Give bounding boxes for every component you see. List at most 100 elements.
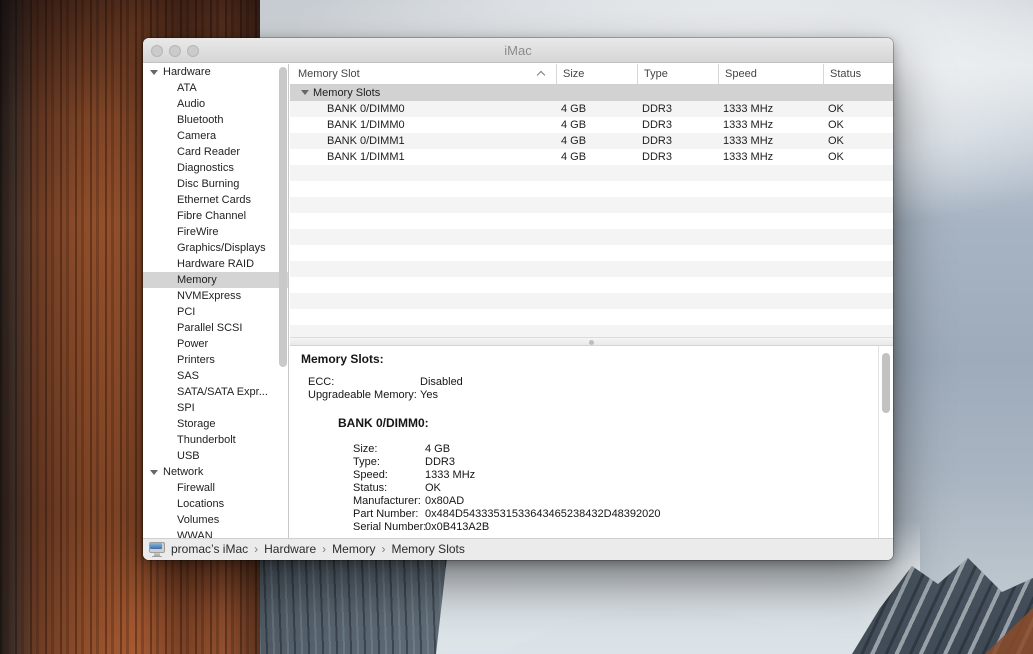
sidebar-item-fibre-channel[interactable]: Fibre Channel [143,208,288,224]
splitter-handle-icon[interactable] [589,340,594,345]
table-row-bank-0-dimm0[interactable]: BANK 0/DIMM04 GBDDR31333 MHzOK [290,101,893,117]
disclosure-triangle-icon[interactable] [150,470,158,475]
cell-status: OK [828,133,844,149]
sidebar-item-wwan[interactable]: WWAN [143,528,288,538]
detail-line-serial-number: Serial Number:0x0B413A2B [353,521,661,534]
sidebar-item-locations[interactable]: Locations [143,496,288,512]
detail-line-size: Size:4 GB [353,443,661,456]
sidebar-item-spi[interactable]: SPI [143,400,288,416]
sidebar-item-firewall[interactable]: Firewall [143,480,288,496]
breadcrumb-item-promac-s-imac[interactable]: promac’s iMac [171,542,248,556]
desktop: iMac Hardware ATAAudioBluetoothCameraCard… [0,0,1033,654]
cell-type: DDR3 [642,117,672,133]
table-row-bank-1-dimm1[interactable]: BANK 1/DIMM14 GBDDR31333 MHzOK [290,149,893,165]
breadcrumb-item-memory-slots[interactable]: Memory Slots [392,542,465,556]
cell-slot: BANK 0/DIMM1 [327,133,405,149]
detail-value: 1333 MHz [425,469,475,481]
sidebar-item-graphics-displays[interactable]: Graphics/Displays [143,240,288,256]
sidebar-item-storage[interactable]: Storage [143,416,288,432]
sidebar-item-memory[interactable]: Memory [143,272,288,288]
disclosure-triangle-icon[interactable] [301,90,309,95]
detail-value: OK [425,482,441,494]
column-header-size[interactable]: Size [556,64,637,85]
details-title: Memory Slots: [301,352,384,366]
sidebar-item-bluetooth[interactable]: Bluetooth [143,112,288,128]
imac-icon-glass [150,543,162,549]
sidebar-item-ata[interactable]: ATA [143,80,288,96]
detail-value: 0x0B413A2B [425,521,489,533]
breadcrumb-item-memory[interactable]: Memory [332,542,375,556]
detail-label: Status: [353,482,425,495]
pane-splitter[interactable] [290,337,893,346]
sidebar-item-power[interactable]: Power [143,336,288,352]
detail-label: ECC: [308,376,420,389]
details-scrollbar-thumb[interactable] [882,353,890,413]
group-row-label: Memory Slots [290,85,893,101]
detail-line-ecc: ECC:Disabled [308,376,463,389]
detail-line-status: Status:OK [353,482,661,495]
sidebar-item-printers[interactable]: Printers [143,352,288,368]
sidebar-item-hardware-raid[interactable]: Hardware RAID [143,256,288,272]
column-header-speed[interactable]: Speed [718,64,823,85]
column-header-label: Type [644,68,668,80]
cell-type: DDR3 [642,133,672,149]
cell-speed: 1333 MHz [723,149,773,165]
sidebar-list: Hardware ATAAudioBluetoothCameraCard Read… [143,64,288,538]
sort-ascending-icon [537,71,545,79]
detail-line-speed: Speed:1333 MHz [353,469,661,482]
sidebar-item-usb[interactable]: USB [143,448,288,464]
sidebar-item-disc-burning[interactable]: Disc Burning [143,176,288,192]
cell-speed: 1333 MHz [723,101,773,117]
sidebar-item-nvmexpress[interactable]: NVMExpress [143,288,288,304]
sidebar-item-parallel-scsi[interactable]: Parallel SCSI [143,320,288,336]
detail-label: Part Number: [353,508,425,521]
column-header-label: Memory Slot [298,68,360,80]
breadcrumb-separator: › [382,542,386,556]
sidebar-item-audio[interactable]: Audio [143,96,288,112]
sidebar-section-network[interactable]: Network [143,464,288,480]
sidebar-item-sas[interactable]: SAS [143,368,288,384]
disclosure-triangle-icon[interactable] [150,70,158,75]
sidebar-item-card-reader[interactable]: Card Reader [143,144,288,160]
cell-type: DDR3 [642,149,672,165]
sidebar-section-label: Hardware [163,66,211,78]
detail-line-manufacturer: Manufacturer:0x80AD [353,495,661,508]
sidebar-item-volumes[interactable]: Volumes [143,512,288,528]
breadcrumb: promac’s iMac › Hardware › Memory › Memory Slo… [171,539,465,561]
details-scrollbar-track[interactable] [878,346,893,538]
detail-value: Yes [420,389,438,401]
cell-size: 4 GB [561,149,586,165]
cell-status: OK [828,101,844,117]
sidebar-section-label: Network [163,466,203,478]
cell-slot: BANK 1/DIMM1 [327,149,405,165]
column-header-label: Speed [725,68,757,80]
breadcrumb-item-hardware[interactable]: Hardware [264,542,316,556]
sidebar-item-camera[interactable]: Camera [143,128,288,144]
status-bar: promac’s iMac › Hardware › Memory › Memory Slo… [143,538,893,560]
breadcrumb-separator: › [254,542,258,556]
detail-value: Disabled [420,376,463,388]
column-header-memory-slot[interactable]: Memory Slot [290,64,556,85]
memory-slot-pane: Memory Slot Size Type Speed Status Memor… [290,64,893,538]
title-bar[interactable]: iMac [143,38,893,63]
sidebar-scrollbar[interactable] [279,67,287,367]
detail-line-upgradeable-memory: Upgradeable Memory:Yes [308,389,463,402]
breadcrumb-separator: › [322,542,326,556]
column-header-status[interactable]: Status [823,64,893,85]
sidebar-item-firewire[interactable]: FireWire [143,224,288,240]
sidebar-item-pci[interactable]: PCI [143,304,288,320]
table-row-bank-0-dimm1[interactable]: BANK 0/DIMM14 GBDDR31333 MHzOK [290,133,893,149]
sidebar-item-ethernet-cards[interactable]: Ethernet Cards [143,192,288,208]
sidebar-item-diagnostics[interactable]: Diagnostics [143,160,288,176]
column-header-type[interactable]: Type [637,64,718,85]
detail-value: 0x484D54333531533643465238432D48392020 [425,508,661,520]
imac-icon [149,542,165,557]
imac-icon-base [152,556,162,558]
sidebar-section-hardware[interactable]: Hardware [143,64,288,80]
detail-value: 0x80AD [425,495,464,507]
table-header: Memory Slot Size Type Speed Status [290,64,893,85]
sidebar-item-thunderbolt[interactable]: Thunderbolt [143,432,288,448]
table-row-bank-1-dimm0[interactable]: BANK 1/DIMM04 GBDDR31333 MHzOK [290,117,893,133]
table-group-row[interactable]: Memory Slots [290,85,893,101]
sidebar-item-sata-sata-expr[interactable]: SATA/SATA Expr... [143,384,288,400]
